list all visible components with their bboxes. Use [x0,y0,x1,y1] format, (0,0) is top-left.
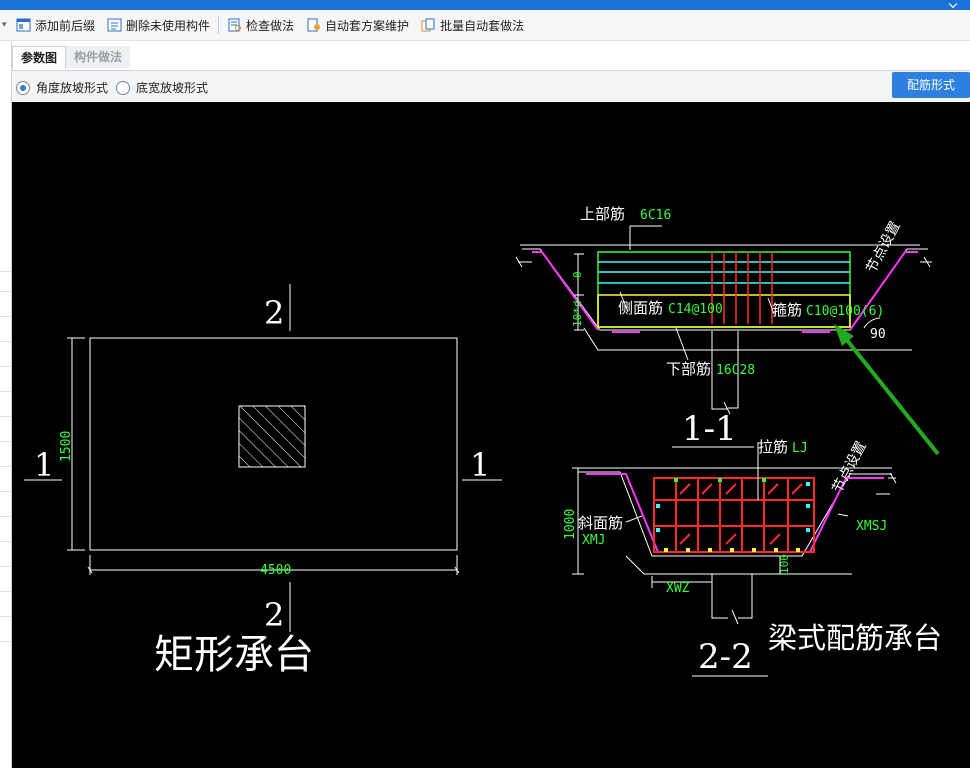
top-bar-label: 上部筋 [580,205,625,223]
panel-divider [0,516,11,517]
tie-bar-label: 拉筋 [758,438,788,456]
width-dim-label: XWZ [666,581,690,596]
plan-title: 矩形承台 [154,632,314,678]
bottom-bar-label: 下部筋 [666,360,711,378]
radio-selected-icon [16,80,30,95]
panel-divider [0,416,11,417]
panel-divider [0,641,11,642]
panel-divider [0,566,11,567]
angle-slope-radio[interactable]: 角度放坡形式 [16,79,108,96]
slope-edge-value: XMSJ [856,519,887,534]
pointer-arrow [840,332,940,456]
node-setting-link-2[interactable]: 节点设置 [829,439,869,496]
toolbar: ▾ 添加前后缀 删除未使用构件 检查做法 自动套方案维护 批量自动套做法 [0,10,970,41]
batch-auto-button[interactable]: 批量自动套做法 [415,13,530,37]
auto-scheme-label: 自动套方案维护 [325,18,410,33]
tab-parameter-diagram[interactable]: 参数图 [12,46,67,69]
stirrup-label: 箍筋 [772,301,802,319]
panel-divider [0,316,11,317]
plan-view [24,284,502,632]
dim-d-label: 10*d [571,301,584,328]
add-prefix-label: 添加前后缀 [35,18,96,33]
dim-width-label: 4500 [260,563,291,578]
slope-bar-label: 斜面筋 [578,514,623,532]
option-bar: 角度放坡形式 底宽放坡形式 配筋形式 [12,70,970,103]
beam-cap-caption: 梁式配筋承台 [768,621,942,655]
side-bar-label: 侧面筋 [618,299,663,317]
drawing-canvas[interactable]: 2 2 1 1 1500 4500 矩形承台 上部筋 6C16 侧面筋 C14@… [12,102,970,768]
tie-bar-value: LJ [792,441,808,456]
panel-divider [0,616,11,617]
rebar-form-button[interactable]: 配筋形式 [892,72,970,98]
check-method-button[interactable]: 检查做法 [221,13,300,37]
check-method-label: 检查做法 [246,18,295,33]
panel-divider [0,366,11,367]
side-bar-value: C14@100 [668,302,723,317]
node-setting-link[interactable]: 节点设置 [863,219,903,276]
chevron-down-icon[interactable] [948,0,958,9]
slope-bar-value: XMJ [582,533,605,548]
panel-divider [0,271,11,272]
caret-icon[interactable]: ▾ [0,20,10,30]
radio-unselected-icon [116,80,130,95]
angle-slope-label: 角度放坡形式 [36,81,109,95]
panel-divider [0,591,11,592]
section-2-2-title: 2-2 [698,637,753,677]
add-prefix-button[interactable]: 添加前后缀 [10,13,101,37]
dim-zero-label: 0 [571,271,584,278]
bottom-bar-value: 16C28 [716,363,755,378]
bottom-width-slope-label: 底宽放坡形式 [136,81,209,95]
delete-unused-label: 删除未使用构件 [126,18,211,33]
tab-bar: 参数图 构件做法 [12,46,131,70]
section-mark-left: 1 [34,446,54,484]
delete-unused-icon [107,18,122,32]
panel-divider [0,541,11,542]
tab-component-method[interactable]: 构件做法 [66,46,131,68]
left-side-panel[interactable] [0,41,12,768]
batch-auto-icon [421,18,435,32]
panel-divider [0,291,11,292]
auto-scheme-button[interactable]: 自动套方案维护 [300,13,415,37]
cad-drawing: 2 2 1 1 1500 4500 矩形承台 上部筋 6C16 侧面筋 C14@… [24,205,942,678]
panel-divider [0,441,11,442]
dim-small-label: 100 [778,554,791,574]
section-mark-bottom: 2 [264,596,284,634]
add-prefix-icon [16,18,31,32]
section-mark-right: 1 [470,446,490,484]
delete-unused-button[interactable]: 删除未使用构件 [101,13,216,37]
toolbar-divider [218,16,220,34]
panel-divider [0,341,11,342]
panel-divider [0,491,11,492]
dim-height-label: 1500 [59,431,74,462]
dim-height-2-label: 1000 [563,509,578,540]
stirrup-value: C10@100(6) [806,304,884,319]
batch-auto-label: 批量自动套做法 [440,18,525,33]
section-1-1-title: 1-1 [682,409,737,449]
angle-label: 90 [870,327,886,342]
section-mark-top: 2 [264,294,284,332]
check-method-icon [228,18,242,32]
panel-divider [0,466,11,467]
bottom-width-slope-radio[interactable]: 底宽放坡形式 [116,79,208,96]
auto-scheme-icon [307,18,321,32]
panel-divider [0,391,11,392]
column-section [238,405,306,468]
top-bar-value: 6C16 [640,208,671,223]
window-title-strip [0,0,970,10]
